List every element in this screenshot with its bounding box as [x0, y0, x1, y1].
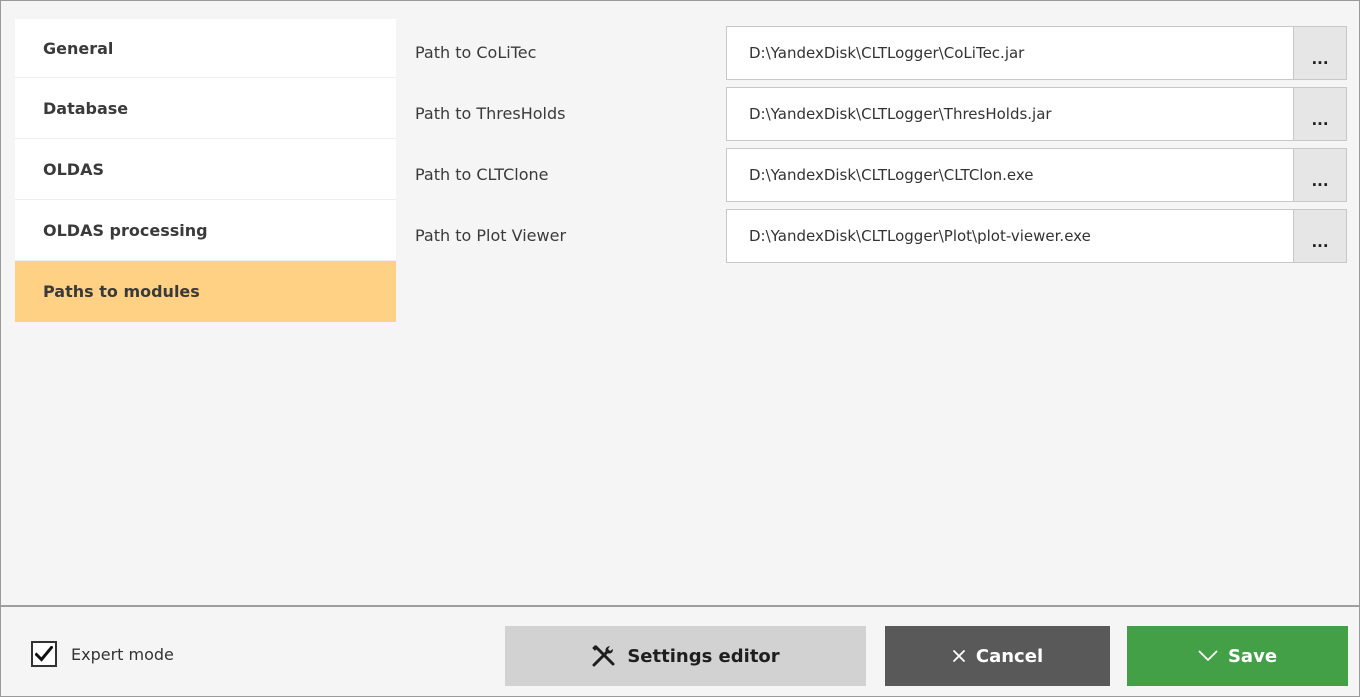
path-input-plot-viewer[interactable] [726, 209, 1293, 263]
path-row-thresholds: Path to ThresHolds ... [415, 80, 1347, 141]
path-label: Path to CLTClone [415, 165, 549, 184]
settings-editor-label: Settings editor [627, 645, 780, 667]
path-input-cltclone[interactable] [726, 148, 1293, 202]
settings-editor-button[interactable]: Settings editor [505, 626, 866, 686]
sidebar-item-oldas-processing[interactable]: OLDAS processing [15, 200, 396, 261]
expert-mode-checkbox[interactable] [31, 641, 57, 667]
expert-mode-label: Expert mode [71, 644, 174, 664]
sidebar-item-paths-to-modules[interactable]: Paths to modules [15, 261, 396, 322]
checkmark-icon [1198, 650, 1218, 662]
paths-panel: Path to CoLiTec ... Path to ThresHolds .… [415, 19, 1347, 263]
path-label: Path to ThresHolds [415, 104, 566, 123]
path-row-cltclone: Path to CLTClone ... [415, 141, 1347, 202]
sidebar-item-general[interactable]: General [15, 19, 396, 78]
browse-button-thresholds[interactable]: ... [1293, 87, 1347, 141]
settings-sidebar: General Database OLDAS OLDAS processing … [15, 19, 396, 322]
sidebar-item-label: Paths to modules [43, 281, 200, 301]
save-button[interactable]: Save [1127, 626, 1348, 686]
path-label: Path to Plot Viewer [415, 226, 567, 245]
check-icon [35, 646, 53, 662]
path-row-colitec: Path to CoLiTec ... [415, 19, 1347, 80]
sidebar-item-oldas[interactable]: OLDAS [15, 139, 396, 200]
close-icon [952, 649, 966, 663]
sidebar-item-label: Database [43, 98, 129, 118]
browse-button-cltclone[interactable]: ... [1293, 148, 1347, 202]
tools-icon [591, 644, 617, 668]
path-row-plot-viewer: Path to Plot Viewer ... [415, 202, 1347, 263]
footer-separator [1, 605, 1359, 607]
cancel-label: Cancel [975, 645, 1044, 667]
expert-mode-toggle[interactable]: Expert mode [31, 641, 174, 667]
save-label: Save [1227, 645, 1278, 667]
browse-button-colitec[interactable]: ... [1293, 26, 1347, 80]
path-label: Path to CoLiTec [415, 43, 537, 62]
settings-window: General Database OLDAS OLDAS processing … [0, 0, 1360, 697]
sidebar-item-label: OLDAS [43, 159, 104, 179]
sidebar-item-label: OLDAS processing [43, 220, 208, 240]
sidebar-item-database[interactable]: Database [15, 78, 396, 139]
browse-button-plot-viewer[interactable]: ... [1293, 209, 1347, 263]
path-input-thresholds[interactable] [726, 87, 1293, 141]
cancel-button[interactable]: Cancel [885, 626, 1110, 686]
sidebar-item-label: General [43, 38, 114, 58]
path-input-colitec[interactable] [726, 26, 1293, 80]
